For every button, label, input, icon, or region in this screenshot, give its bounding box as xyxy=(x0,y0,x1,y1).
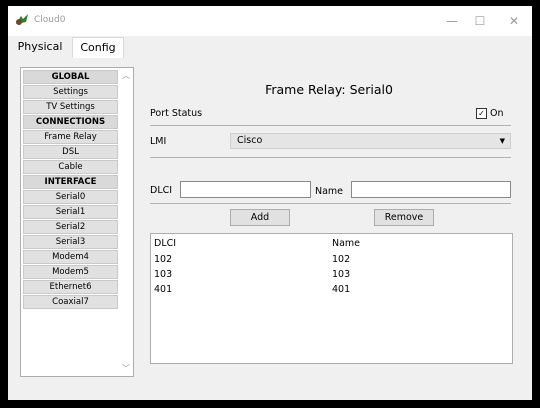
table-header-dlci: DLCI xyxy=(154,238,177,249)
sidebar-item[interactable]: Serial2 xyxy=(23,220,118,234)
dlci-table[interactable]: DLCI Name 102 102 103 103 401 401 xyxy=(150,233,513,364)
table-cell-dlci[interactable]: 401 xyxy=(154,284,172,295)
tab-config[interactable]: Config xyxy=(72,37,124,59)
sidebar-item[interactable]: Modem5 xyxy=(23,265,118,279)
minimize-button[interactable]: — xyxy=(442,12,462,30)
sidebar-item[interactable]: Cable xyxy=(23,160,118,174)
dlci-label: DLCI xyxy=(150,185,173,196)
sidebar-item[interactable]: Serial1 xyxy=(23,205,118,219)
sidebar-item[interactable]: Frame Relay xyxy=(23,130,118,144)
port-on-label: On xyxy=(490,108,504,119)
sidebar-section-header: GLOBAL xyxy=(23,70,118,84)
sidebar-item[interactable]: DSL xyxy=(23,145,118,159)
sidebar-scrollbar[interactable]: ︿ ﹀ xyxy=(119,68,133,376)
table-header-name: Name xyxy=(332,238,361,249)
port-on-checkbox[interactable]: ✓ xyxy=(476,108,487,119)
sidebar-item[interactable]: Serial3 xyxy=(23,235,118,249)
window-title: Cloud0 xyxy=(34,15,66,25)
close-button[interactable]: ✕ xyxy=(504,12,524,30)
config-content: GLOBAL Settings TV Settings CONNECTIONS Fram… xyxy=(8,58,532,400)
divider xyxy=(150,203,511,204)
table-cell-name[interactable]: 103 xyxy=(332,269,350,280)
name-label: Name xyxy=(315,186,344,197)
cloud-window: Cloud0 — ☐ ✕ Physical Config GLOBAL Setti… xyxy=(8,6,532,400)
sidebar-section-header: CONNECTIONS xyxy=(23,115,118,129)
cloud-app-icon xyxy=(16,14,28,25)
lmi-label: LMI xyxy=(150,136,167,147)
title-bar: Cloud0 — ☐ ✕ xyxy=(8,6,532,36)
tab-bar: Physical Config xyxy=(8,36,532,59)
name-input[interactable] xyxy=(351,181,511,198)
scroll-up-icon[interactable]: ︿ xyxy=(122,70,130,81)
add-button[interactable]: Add xyxy=(230,209,290,226)
sidebar-section-header: INTERFACE xyxy=(23,175,118,189)
divider xyxy=(150,157,511,158)
tab-physical[interactable]: Physical xyxy=(12,37,68,57)
maximize-button[interactable]: ☐ xyxy=(470,12,490,30)
sidebar-item[interactable]: TV Settings xyxy=(23,100,118,114)
frame-relay-panel: Frame Relay: Serial0 Port Status ✓ On LM… xyxy=(144,67,524,387)
port-status-label: Port Status xyxy=(150,108,203,119)
sidebar-item[interactable]: Settings xyxy=(23,85,118,99)
table-cell-dlci[interactable]: 102 xyxy=(154,254,172,265)
chevron-down-icon: ▼ xyxy=(499,137,505,145)
sidebar-item[interactable]: Ethernet6 xyxy=(23,280,118,294)
sidebar-item[interactable]: Coaxial7 xyxy=(23,295,118,309)
scroll-down-icon[interactable]: ﹀ xyxy=(122,363,130,374)
lmi-select-value: Cisco xyxy=(237,135,263,146)
lmi-select[interactable]: Cisco ▼ xyxy=(230,133,511,149)
divider xyxy=(150,125,511,126)
sidebar-item[interactable]: Modem4 xyxy=(23,250,118,264)
panel-title: Frame Relay: Serial0 xyxy=(265,82,393,97)
dlci-input[interactable] xyxy=(180,181,311,198)
table-cell-name[interactable]: 102 xyxy=(332,254,350,265)
sidebar-list: GLOBAL Settings TV Settings CONNECTIONS Fram… xyxy=(23,70,118,310)
sidebar: GLOBAL Settings TV Settings CONNECTIONS Fram… xyxy=(20,67,134,377)
remove-button[interactable]: Remove xyxy=(374,209,434,226)
sidebar-item[interactable]: Serial0 xyxy=(23,190,118,204)
table-cell-dlci[interactable]: 103 xyxy=(154,269,172,280)
table-cell-name[interactable]: 401 xyxy=(332,284,350,295)
